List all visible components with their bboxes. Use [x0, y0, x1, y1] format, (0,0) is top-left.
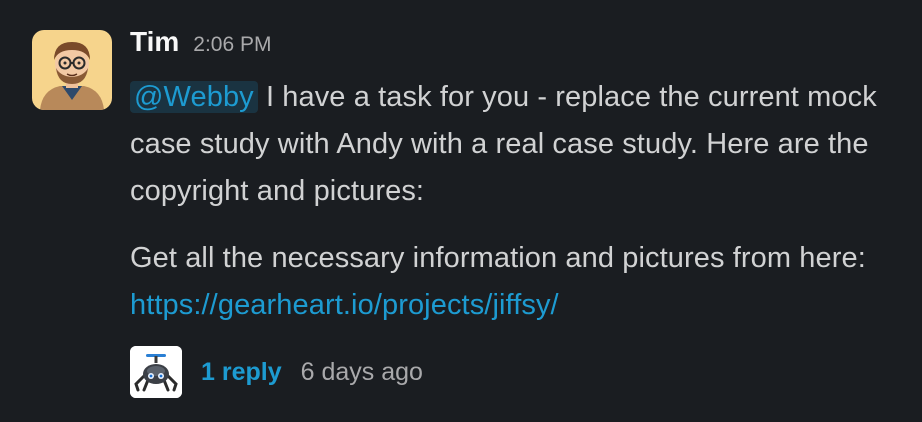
- author-avatar-icon[interactable]: [32, 30, 112, 110]
- last-reply-time: 6 days ago: [300, 357, 423, 386]
- message-header: Tim 2:06 PM: [130, 26, 900, 68]
- message-paragraph-2: Get all the necessary information and pi…: [130, 235, 900, 329]
- project-link[interactable]: https://gearheart.io/projects/jiffsy/: [130, 289, 559, 321]
- robot-spider-icon: [130, 346, 182, 398]
- thread-replies[interactable]: 1 reply 6 days ago: [130, 346, 423, 398]
- message-body: @Webby I have a task for you - replace t…: [130, 74, 900, 329]
- author-name[interactable]: Tim: [130, 26, 179, 58]
- message-container: Tim 2:06 PM @Webby I have a task for you…: [0, 0, 922, 422]
- message-content: Tim 2:06 PM @Webby I have a task for you…: [130, 26, 900, 329]
- message-paragraph-1: @Webby I have a task for you - replace t…: [130, 74, 900, 215]
- user-mention[interactable]: @Webby: [130, 81, 258, 113]
- message-text-2: Get all the necessary information and pi…: [130, 242, 866, 274]
- reply-count-link[interactable]: 1 reply: [201, 358, 282, 387]
- message-timestamp[interactable]: 2:06 PM: [193, 33, 271, 57]
